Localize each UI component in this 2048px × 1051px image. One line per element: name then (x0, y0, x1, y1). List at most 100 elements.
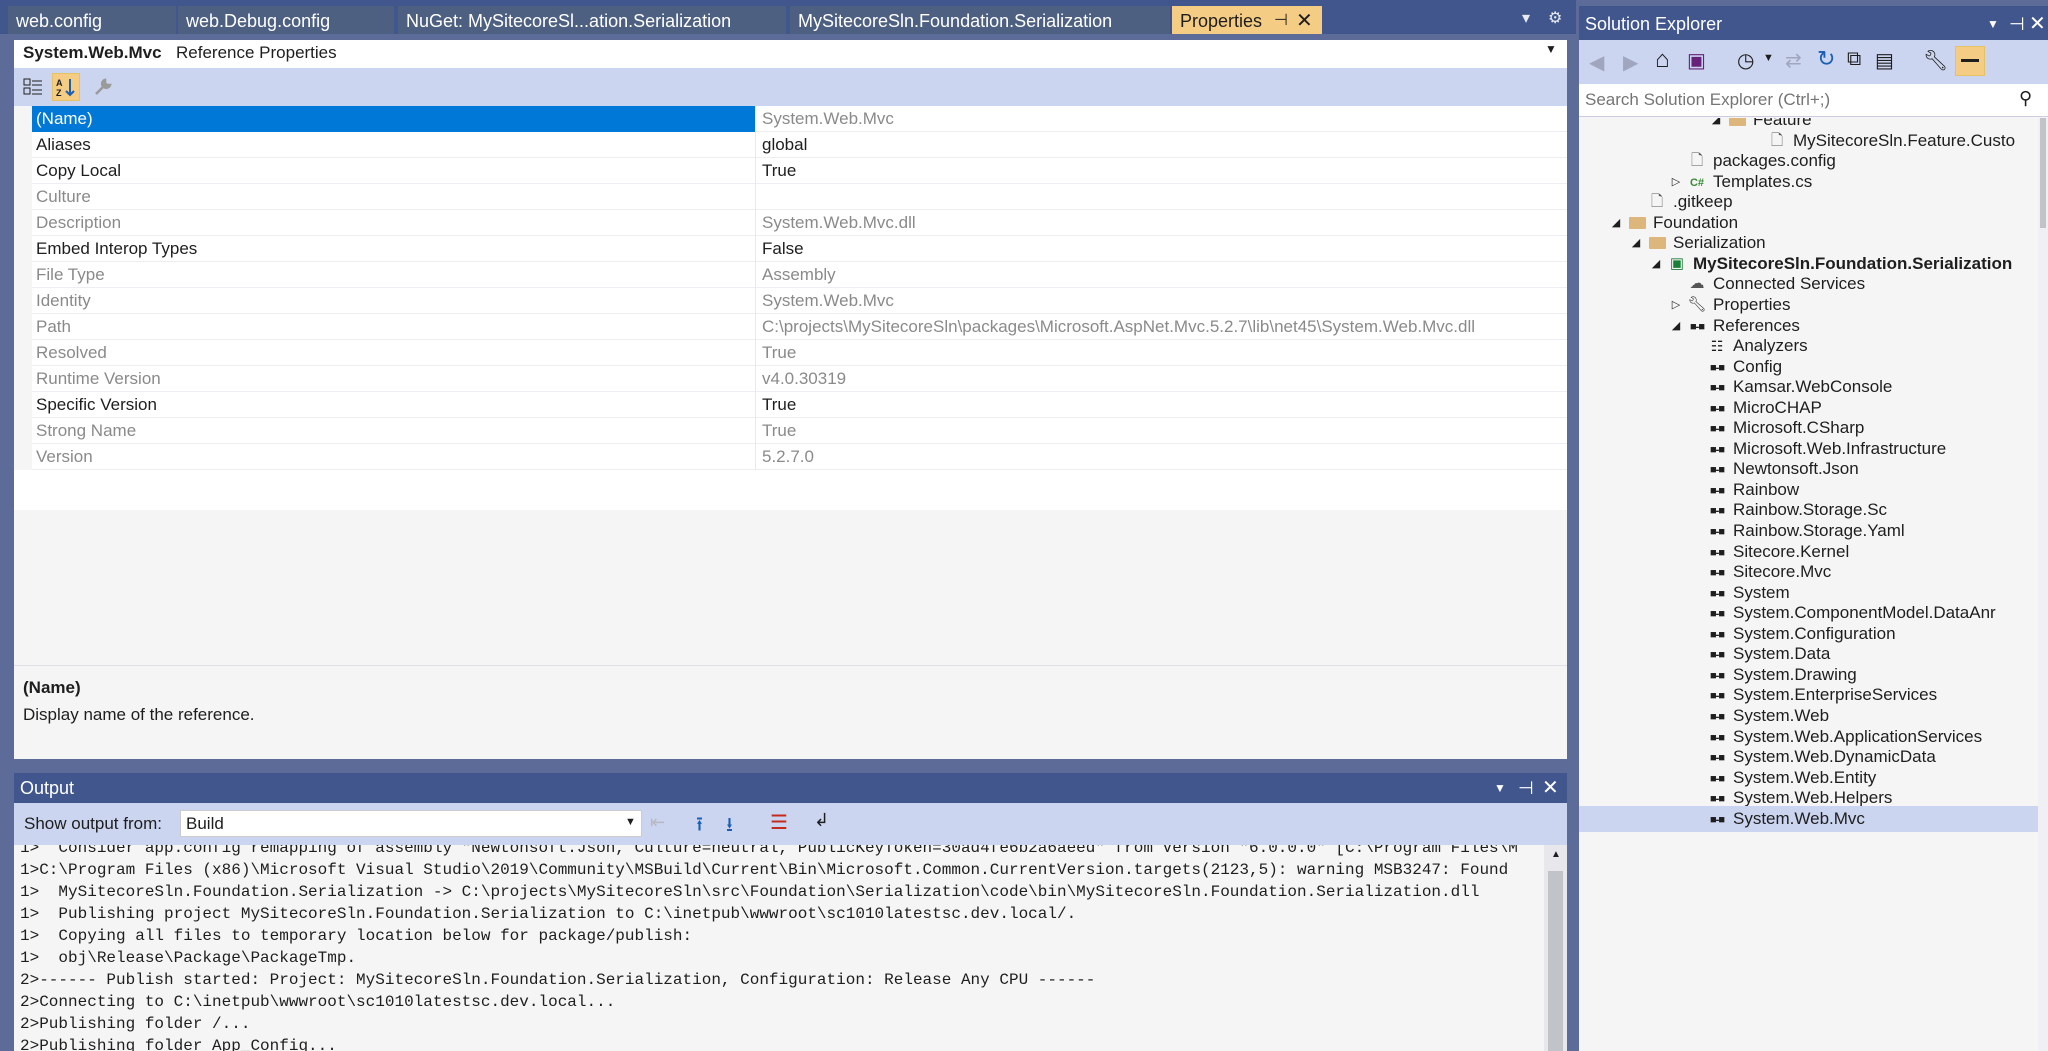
property-name[interactable]: File Type (32, 262, 756, 288)
output-line: 2>------ Publish started: Project: MySit… (20, 971, 1096, 989)
window-menu-icon[interactable]: ▼ (1494, 773, 1506, 803)
scrollbar-thumb[interactable] (2040, 118, 2046, 228)
tab-project[interactable]: MySitecoreSln.Foundation.Serialization (788, 6, 1170, 34)
property-name[interactable]: Identity (32, 288, 756, 314)
property-value[interactable]: False (756, 236, 1556, 262)
property-name[interactable]: Strong Name (32, 418, 756, 444)
pin-icon[interactable]: ⊣ (2009, 6, 2025, 42)
scrollbar-thumb[interactable] (1548, 871, 1563, 1051)
output-source-select[interactable]: Build ▼ (180, 810, 642, 837)
categorized-button[interactable] (19, 73, 47, 101)
property-value[interactable]: True (756, 158, 1556, 184)
solution-explorer-title-bar: Solution Explorer ▼ ⊣ ✕ (1579, 6, 2048, 40)
chevron-down-icon[interactable]: ▼ (1763, 52, 1774, 64)
output-title-bar: Output ▼ ⊣ ✕ (14, 773, 1567, 803)
property-row[interactable]: Description System.Web.Mvc.dll (14, 210, 1567, 236)
show-all-files-icon[interactable]: ▤ (1875, 48, 1894, 73)
solution-scrollbar[interactable] (2038, 118, 2048, 1051)
pin-icon[interactable]: ⊣ (1518, 773, 1534, 803)
switch-views-icon[interactable]: ▣ (1687, 48, 1706, 73)
svg-text:A: A (56, 78, 63, 88)
word-wrap-icon[interactable]: ↲ (814, 810, 829, 831)
property-row[interactable]: File Type Assembly (14, 262, 1567, 288)
svg-text:Z: Z (56, 88, 62, 97)
property-row[interactable]: Aliases global (14, 132, 1567, 158)
property-pages-button[interactable] (89, 73, 117, 101)
property-row[interactable]: Path C:\projects\MySitecoreSln\packages\M… (14, 314, 1567, 340)
window-menu-icon[interactable]: ▼ (1987, 6, 1999, 42)
output-scrollbar[interactable]: ▲ (1544, 845, 1567, 1051)
tab-properties[interactable]: Properties ⊣ ✕ (1172, 6, 1322, 34)
property-row[interactable]: (Name) System.Web.Mvc (14, 106, 1567, 132)
property-row[interactable]: Culture (14, 184, 1567, 210)
property-row[interactable]: Identity System.Web.Mvc (14, 288, 1567, 314)
property-value: v4.0.30319 (762, 369, 847, 388)
pin-icon[interactable]: ⊣ (1274, 6, 1288, 34)
output-window: Output ▼ ⊣ ✕ Show output from: Build ▼ ⇤… (14, 773, 1567, 1051)
property-name[interactable]: Version (32, 444, 756, 470)
solution-search-input[interactable] (1583, 86, 2007, 114)
find-message-icon[interactable]: ⇤ (650, 812, 665, 833)
property-name[interactable]: Copy Local (32, 158, 756, 184)
home-icon[interactable]: ⌂ (1655, 46, 1670, 74)
property-name[interactable]: Runtime Version (32, 366, 756, 392)
output-line: 1> MySitecoreSln.Foundation.Serializatio… (20, 883, 1480, 901)
search-icon[interactable]: ⚲ (2019, 88, 2032, 109)
output-text[interactable]: 1> Consider app.config remapping of asse… (20, 845, 1542, 1051)
solution-search-box[interactable]: ⚲ (1579, 84, 2048, 117)
tab-dropdown-icon[interactable]: ▾ (1522, 8, 1530, 28)
back-icon[interactable]: ◀ (1589, 50, 1604, 75)
property-value[interactable]: True (756, 392, 1556, 418)
refresh-icon[interactable]: ↻ (1817, 46, 1835, 72)
properties-wrench-icon[interactable]: 🔧︎ (1923, 48, 1948, 73)
property-name[interactable]: (Name) (32, 106, 756, 132)
description-title: (Name) (23, 678, 81, 697)
property-row[interactable]: Runtime Version v4.0.30319 (14, 366, 1567, 392)
output-title: Output (20, 778, 75, 798)
go-next-icon[interactable]: ⭳ (726, 810, 733, 844)
tab-web-debug-config[interactable]: web.Debug.config (176, 6, 394, 34)
property-name[interactable]: Culture (32, 184, 756, 210)
close-icon[interactable]: ✕ (1296, 6, 1313, 34)
property-value: System.Web.Mvc (762, 109, 894, 128)
close-icon[interactable]: ✕ (2029, 6, 2046, 42)
alphabetical-button[interactable]: AZ (52, 73, 80, 101)
tab-web-config[interactable]: web.config (8, 6, 176, 34)
property-name[interactable]: Aliases (32, 132, 756, 158)
property-name[interactable]: Specific Version (32, 392, 756, 418)
chevron-down-icon[interactable]: ▼ (1545, 42, 1557, 56)
scroll-up-icon[interactable]: ▲ (1551, 849, 1561, 860)
property-name[interactable]: Description (32, 210, 756, 236)
object-selector[interactable]: System.Web.Mvc Reference Properties ▼ (14, 40, 1567, 68)
row-gutter (14, 288, 32, 314)
pending-changes-icon[interactable]: ◷ (1737, 48, 1754, 73)
property-grid: (Name) System.Web.Mvc Aliases global Copy Lo… (14, 106, 1567, 510)
row-gutter (14, 132, 32, 158)
tree-item[interactable]: ■-■ System.Web.Mvc (1579, 805, 2038, 832)
close-icon[interactable]: ✕ (1542, 773, 1559, 803)
tree-item-label: System.Web.Mvc (1733, 808, 1865, 828)
tab-label: Properties (1180, 11, 1263, 31)
row-gutter (14, 158, 32, 184)
property-row[interactable]: Strong Name True (14, 418, 1567, 444)
preview-selected-button[interactable] (1955, 46, 1985, 76)
property-row[interactable]: Specific Version True (14, 392, 1567, 418)
property-value[interactable]: global (756, 132, 1556, 158)
sync-icon[interactable]: ⇄ (1785, 48, 1802, 73)
clear-all-icon[interactable]: ☰ (770, 810, 788, 835)
collapse-all-icon[interactable]: ⧉ (1847, 48, 1861, 71)
property-name[interactable]: Resolved (32, 340, 756, 366)
property-name[interactable]: Embed Interop Types (32, 236, 756, 262)
property-row[interactable]: Embed Interop Types False (14, 236, 1567, 262)
property-row[interactable]: Version 5.2.7.0 (14, 444, 1567, 470)
property-name[interactable]: Path (32, 314, 756, 340)
sort-alphabetical-icon: AZ (56, 78, 75, 97)
row-gutter (14, 340, 32, 366)
forward-icon[interactable]: ▶ (1623, 50, 1638, 75)
property-value (756, 184, 1556, 210)
tab-nuget[interactable]: NuGet: MySitecoreSl...ation.Serializatio… (396, 6, 786, 34)
property-row[interactable]: Resolved True (14, 340, 1567, 366)
property-row[interactable]: Copy Local True (14, 158, 1567, 184)
gear-icon[interactable]: ⚙ (1548, 8, 1562, 28)
go-previous-icon[interactable]: ⭱ (696, 810, 703, 844)
